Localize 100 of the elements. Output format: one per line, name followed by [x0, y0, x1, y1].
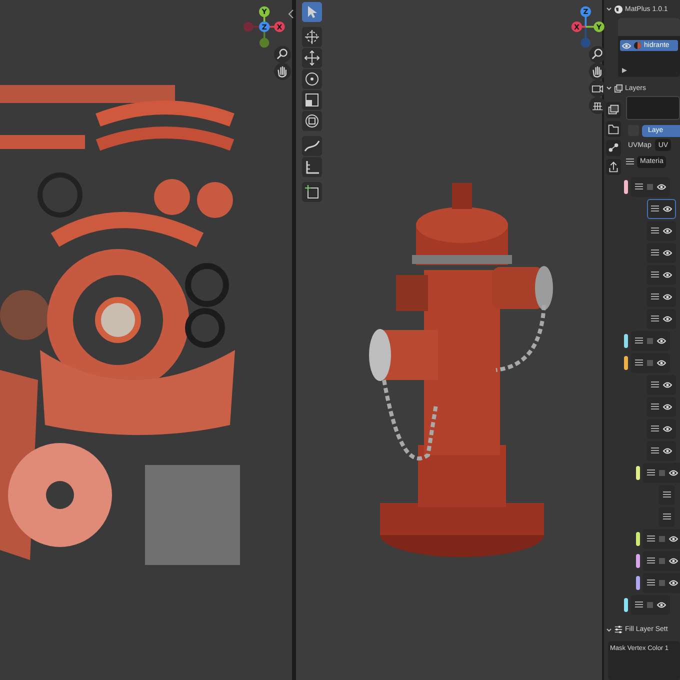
export-icon[interactable]	[606, 158, 621, 175]
drag-handle-icon[interactable]	[651, 381, 659, 388]
layer-row[interactable]	[659, 484, 675, 505]
drag-handle-icon[interactable]	[635, 183, 643, 190]
cursor-tool-button[interactable]	[302, 27, 322, 47]
layer-row[interactable]	[647, 308, 676, 329]
layer-checkbox[interactable]	[659, 470, 665, 476]
layer-row[interactable]	[643, 528, 680, 549]
layer-checkbox[interactable]	[659, 558, 665, 564]
layer-row[interactable]	[647, 198, 676, 219]
eye-icon[interactable]	[669, 470, 678, 476]
drag-handle-icon[interactable]	[635, 601, 643, 608]
stack-icon[interactable]	[606, 102, 621, 118]
eye-icon[interactable]	[663, 448, 672, 454]
eye-icon[interactable]	[663, 250, 672, 256]
select-tool-button[interactable]	[302, 2, 322, 22]
drag-handle-icon[interactable]	[651, 315, 659, 322]
rotate-tool-button[interactable]	[302, 69, 322, 89]
axis-handle[interactable]	[259, 38, 270, 48]
layer-checkbox[interactable]	[647, 184, 653, 190]
layer-row[interactable]	[643, 572, 680, 593]
axis-handle[interactable]: Y	[594, 21, 604, 32]
layer-row[interactable]	[631, 594, 670, 615]
eye-icon[interactable]	[663, 382, 672, 388]
drag-handle-icon[interactable]	[651, 249, 659, 256]
layer-row[interactable]	[631, 352, 670, 373]
drag-handle-icon[interactable]	[651, 205, 659, 212]
axis-handle[interactable]: X	[571, 21, 582, 32]
eye-icon[interactable]	[663, 316, 672, 322]
collapse-icon[interactable]	[288, 9, 294, 19]
axis-handle[interactable]: Y	[259, 6, 270, 17]
drag-handle-icon[interactable]	[663, 513, 671, 520]
drag-handle-icon[interactable]	[647, 469, 655, 476]
drag-handle-icon[interactable]	[647, 579, 655, 586]
measure-tool-button[interactable]	[302, 157, 322, 177]
eye-icon[interactable]	[663, 206, 672, 212]
eye-icon[interactable]	[663, 228, 672, 234]
layer-row[interactable]	[643, 462, 680, 483]
layer-row[interactable]	[647, 242, 676, 263]
drag-handle-icon[interactable]	[647, 535, 655, 542]
drag-handle-icon[interactable]	[635, 359, 643, 366]
layer-row[interactable]	[631, 330, 670, 351]
eye-icon[interactable]	[669, 558, 678, 564]
camera-icon[interactable]	[589, 80, 606, 97]
layer-row[interactable]	[647, 264, 676, 285]
annotate-tool-button[interactable]	[302, 136, 322, 156]
eye-icon[interactable]	[669, 580, 678, 586]
axis-handle[interactable]: Z	[259, 21, 270, 32]
layer-checkbox[interactable]	[647, 338, 653, 344]
chevron-icon[interactable]	[606, 85, 612, 92]
scale-tool-button[interactable]	[302, 90, 322, 110]
axis-handle[interactable]: X	[274, 21, 285, 32]
move-tool-button[interactable]	[302, 48, 322, 68]
zoom-icon[interactable]	[589, 46, 606, 63]
layer-checkbox[interactable]	[659, 536, 665, 542]
folder-icon[interactable]	[606, 120, 621, 137]
drag-handle-icon[interactable]	[651, 447, 659, 454]
layer-row[interactable]	[647, 418, 676, 439]
drag-handle-icon[interactable]	[647, 557, 655, 564]
layer-row[interactable]	[659, 506, 675, 527]
layer-row[interactable]	[647, 220, 676, 241]
drag-handle-icon[interactable]	[635, 337, 643, 344]
zoom-icon[interactable]	[274, 46, 291, 63]
pan-icon[interactable]	[274, 63, 291, 80]
layer-checkbox[interactable]	[659, 580, 665, 586]
layer-row[interactable]	[631, 176, 670, 197]
eye-icon[interactable]	[657, 338, 666, 344]
drag-handle-icon[interactable]	[651, 403, 659, 410]
drag-handle-icon[interactable]	[651, 293, 659, 300]
drag-handle-icon[interactable]	[626, 158, 634, 166]
layer-checkbox[interactable]	[647, 602, 653, 608]
eye-icon[interactable]	[663, 294, 672, 300]
resize-grip-icon[interactable]	[622, 68, 627, 74]
drag-handle-icon[interactable]	[651, 227, 659, 234]
axis-handle[interactable]	[580, 38, 591, 48]
axis-handle[interactable]	[243, 22, 254, 32]
eye-icon[interactable]	[657, 360, 666, 366]
layer-row[interactable]	[647, 286, 676, 307]
eye-icon[interactable]	[663, 426, 672, 432]
drag-handle-icon[interactable]	[663, 491, 671, 498]
layer-row[interactable]	[647, 396, 676, 417]
axis-handle[interactable]: Z	[580, 6, 591, 17]
drag-handle-icon[interactable]	[651, 271, 659, 278]
eye-icon[interactable]	[663, 404, 672, 410]
transform-tool-button[interactable]	[302, 111, 322, 131]
nodes-icon[interactable]	[606, 140, 621, 156]
eye-icon[interactable]	[657, 602, 666, 608]
chevron-icon[interactable]	[606, 626, 612, 633]
chevron-icon[interactable]	[606, 6, 612, 12]
layer-row[interactable]	[643, 550, 680, 571]
eye-icon[interactable]	[657, 184, 666, 190]
layer-checkbox[interactable]	[647, 360, 653, 366]
eye-icon[interactable]	[663, 272, 672, 278]
layer-row[interactable]	[647, 374, 676, 395]
grid-icon[interactable]	[589, 97, 606, 114]
layer-row[interactable]	[647, 440, 676, 461]
pan-icon[interactable]	[589, 63, 606, 80]
drag-handle-icon[interactable]	[651, 425, 659, 432]
add-cube-tool-button[interactable]	[302, 182, 322, 202]
eye-icon[interactable]	[669, 536, 678, 542]
